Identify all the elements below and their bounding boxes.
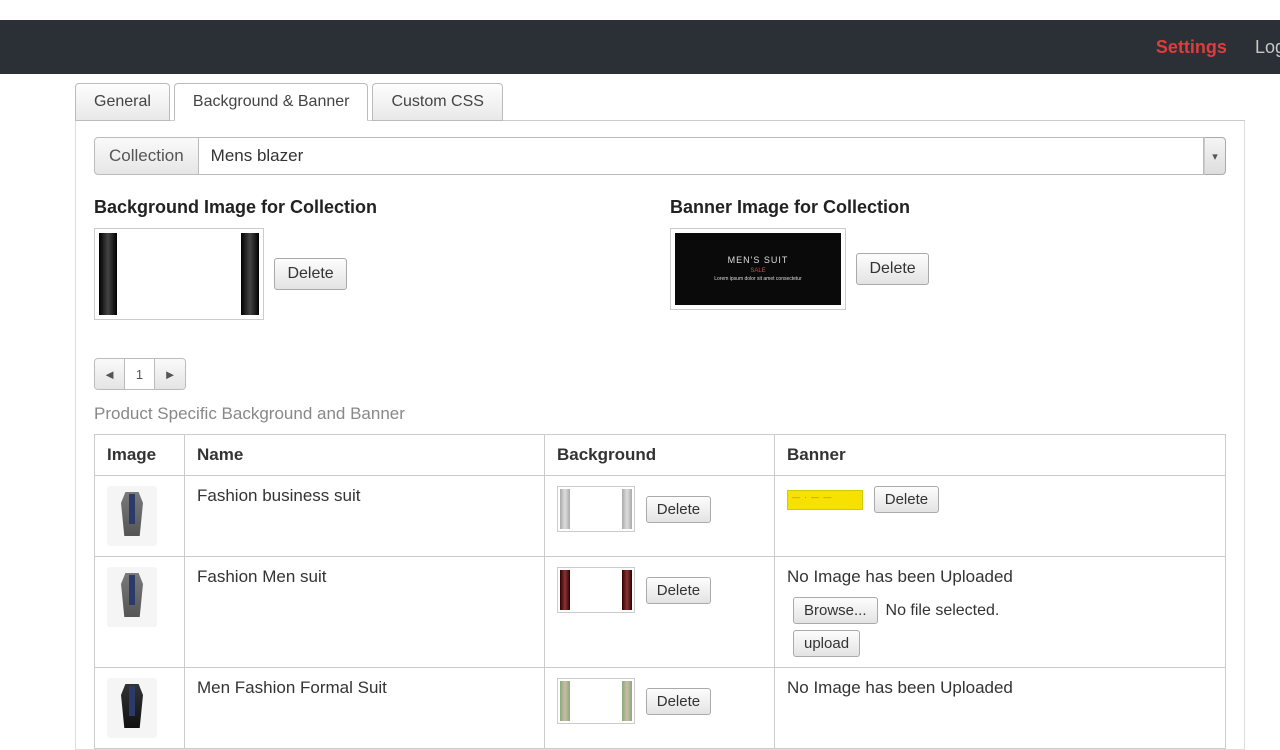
pager-next-button[interactable]: ► xyxy=(155,359,185,389)
th-banner: Banner xyxy=(775,435,1226,476)
tab-general[interactable]: General xyxy=(75,83,170,121)
product-name: Fashion business suit xyxy=(185,476,545,557)
top-nav: Settings Logout xyxy=(0,20,1280,74)
nav-logout-link[interactable]: Logout xyxy=(1255,37,1280,58)
th-image: Image xyxy=(95,435,185,476)
product-table-caption: Product Specific Background and Banner xyxy=(94,404,1226,424)
tab-background-banner[interactable]: Background & Banner xyxy=(174,83,369,121)
collection-banner-thumb: MEN'S SUIT SALE Lorem ipsum dolor sit am… xyxy=(670,228,846,310)
product-image-thumb xyxy=(107,678,157,738)
th-name: Name xyxy=(185,435,545,476)
chevron-down-icon[interactable]: ▾ xyxy=(1204,137,1226,175)
row-background-thumb xyxy=(557,678,635,724)
collection-background-thumb xyxy=(94,228,264,320)
delete-row-bg-button[interactable]: Delete xyxy=(646,688,711,715)
row-background-thumb xyxy=(557,567,635,613)
product-image-thumb xyxy=(107,567,157,627)
pager: ◄ 1 ► xyxy=(94,358,186,390)
product-table: Image Name Background Banner Fashion bus… xyxy=(94,434,1226,749)
delete-row-bg-button[interactable]: Delete xyxy=(646,496,711,523)
panel-background-banner: Collection Mens blazer ▾ Background Imag… xyxy=(75,121,1245,750)
nav-settings-link[interactable]: Settings xyxy=(1156,37,1227,58)
collection-label: Collection xyxy=(94,137,199,175)
no-image-text: No Image has been Uploaded xyxy=(787,678,1213,698)
product-name: Fashion Men suit xyxy=(185,557,545,668)
delete-collection-banner-button[interactable]: Delete xyxy=(856,253,928,285)
no-image-text: No Image has been Uploaded xyxy=(787,567,1213,587)
banner-preview-line3: Lorem ipsum dolor sit amet consectetur xyxy=(714,276,802,283)
pager-page-number: 1 xyxy=(125,359,155,389)
collection-selector-row: Collection Mens blazer ▾ xyxy=(94,137,1226,175)
table-row: Fashion business suit Delete Delete xyxy=(95,476,1226,557)
delete-row-banner-button[interactable]: Delete xyxy=(874,486,939,513)
banner-section-title: Banner Image for Collection xyxy=(670,197,1226,218)
banner-preview-line1: MEN'S SUIT xyxy=(728,255,789,265)
banner-preview-line2: SALE xyxy=(750,268,765,274)
delete-collection-bg-button[interactable]: Delete xyxy=(274,258,346,290)
delete-row-bg-button[interactable]: Delete xyxy=(646,577,711,604)
row-background-thumb xyxy=(557,486,635,532)
product-image-thumb xyxy=(107,486,157,546)
product-name: Men Fashion Formal Suit xyxy=(185,668,545,749)
tab-custom-css[interactable]: Custom CSS xyxy=(372,83,502,121)
tabs-bar: General Background & Banner Custom CSS xyxy=(75,82,1245,121)
background-section-title: Background Image for Collection xyxy=(94,197,650,218)
browse-button[interactable]: Browse... xyxy=(793,597,878,624)
upload-button[interactable]: upload xyxy=(793,630,860,657)
table-row: Men Fashion Formal Suit Delete No Image … xyxy=(95,668,1226,749)
table-row: Fashion Men suit Delete No Image has bee… xyxy=(95,557,1226,668)
collection-select[interactable]: Mens blazer xyxy=(199,137,1204,175)
row-banner-thumb xyxy=(787,490,863,510)
pager-prev-button[interactable]: ◄ xyxy=(95,359,125,389)
file-status-text: No file selected. xyxy=(886,602,1000,620)
th-background: Background xyxy=(545,435,775,476)
